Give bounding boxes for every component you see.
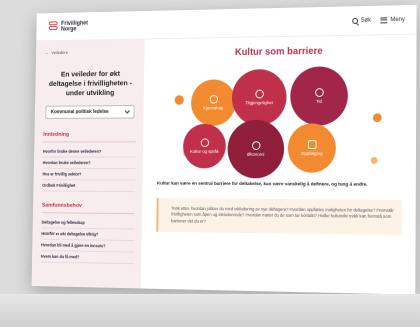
back-link[interactable]: ← Veiledere (45, 49, 138, 55)
section-title-samfunnsbehov[interactable]: Samfunnsbehov (42, 203, 135, 210)
device-frame-bottom (0, 294, 420, 327)
search-label: Søk (360, 17, 371, 24)
barrier-illustration: Kjennskap Tilgjengelighet Tid Kultur og … (157, 62, 403, 179)
reflection-box: Tenk etter, hvordan jobber du med inklud… (156, 197, 402, 236)
decor-dot (372, 113, 382, 123)
logo-line1: Frivillighet (61, 20, 88, 27)
bubble-kultur: Kultur og språk (182, 123, 227, 169)
decor-dot (370, 156, 378, 164)
lead-paragraph: Kultur kan være en sentral barriere for … (156, 181, 368, 188)
audience-select-value: Kommunal politisk ledelse (50, 109, 109, 116)
bubble-label: Oppfølging (300, 150, 323, 156)
logo-icon (48, 20, 58, 32)
sidebar-link[interactable]: Hva er frivillig sektor? (42, 168, 136, 181)
site-logo[interactable]: Frivillighet Norge (48, 20, 88, 33)
bubble-kjennskap: Kjennskap (190, 79, 236, 126)
bubble-label: Tid (315, 98, 322, 104)
logo-line2: Norge (60, 26, 77, 33)
wheelchair-icon (254, 89, 264, 99)
bubble-okonomi: Økonomi (227, 119, 285, 179)
browser-viewport: Frivillighet Norge Søk Meny ← Veiledere … (31, 4, 417, 295)
page-title: Kultur som barriere (234, 46, 323, 59)
search-icon (351, 17, 358, 24)
section-title-innledning[interactable]: Innledning (43, 132, 136, 138)
chevron-down-icon (124, 108, 130, 114)
section-divider (41, 212, 135, 215)
bubble-oppfolging: Oppfølging (287, 123, 337, 173)
menu-label: Meny (390, 16, 405, 23)
arrow-left-icon: ← (44, 50, 49, 56)
bubble-label: Økonomi (246, 151, 265, 157)
main-article: Kultur som barriere Kjennskap Tilgjengel… (141, 35, 417, 295)
menu-icon (380, 16, 388, 23)
sidebar-link[interactable]: Hvorfor bruke denne veilederen? (42, 146, 136, 158)
bubble-label: Tilgjengelighet (245, 100, 273, 106)
bubble-label: Kjennskap (203, 105, 224, 111)
bubble-tilgjengelighet: Tilgjengelighet (231, 68, 287, 126)
chat-icon (209, 94, 218, 104)
decor-dot (174, 95, 184, 105)
section-divider (43, 141, 136, 143)
search-button[interactable]: Søk (351, 17, 371, 24)
sidebar-link[interactable]: Hvordan bruke veilederen? (42, 157, 136, 170)
sidebar-link[interactable]: Ordbok Frivillighet (42, 180, 136, 193)
back-label: Veiledere (51, 50, 68, 56)
globe-icon (200, 138, 209, 148)
coin-icon (251, 141, 261, 150)
bubble-label: Kultur og språk (190, 149, 219, 154)
top-navigation: Søk Meny (351, 16, 405, 24)
page-content: ← Veiledere En veileder for økt deltagel… (31, 35, 417, 295)
sidebar-link[interactable]: Hvem kan du få med? (40, 251, 135, 265)
sidebar: ← Veiledere En veileder for økt deltagel… (31, 39, 145, 289)
clock-icon (314, 88, 324, 97)
guide-title: En veileder for økt deltagelse i frivill… (48, 69, 132, 98)
handshake-icon (307, 140, 317, 149)
audience-select[interactable]: Kommunal politisk ledelse (45, 105, 135, 119)
bubble-tid: Tid (290, 66, 349, 126)
reflection-text: Tenk etter, hvordan jobber du med inklud… (171, 205, 394, 224)
menu-button[interactable]: Meny (380, 16, 405, 23)
